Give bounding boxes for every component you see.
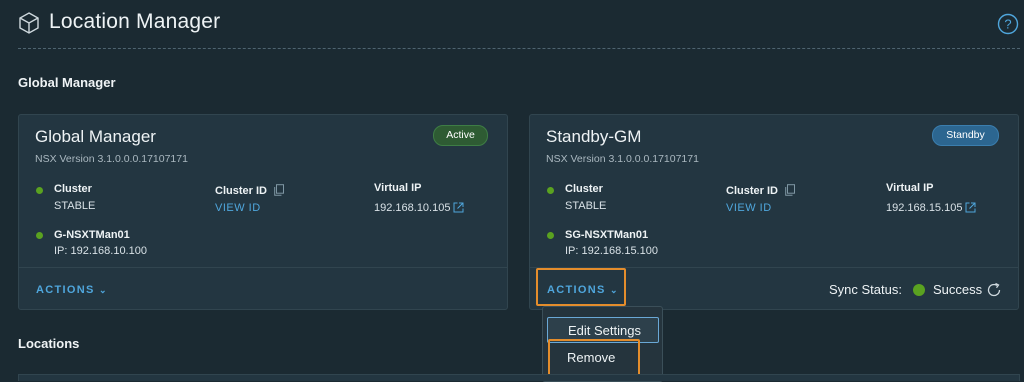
copy-icon[interactable] [785,184,795,196]
section-title-locations: Locations [18,336,80,351]
cluster-id-label: Cluster ID [215,185,267,197]
node-status-dot [547,232,554,239]
card-footer-divider [19,267,507,268]
nsx-version: NSX Version 3.1.0.0.0.17107171 [546,153,699,165]
cluster-value: STABLE [565,200,607,212]
virtual-ip-label: Virtual IP [886,182,934,194]
node-ip: IP: 192.168.10.100 [54,245,147,257]
sync-status-dot [913,284,925,296]
node-status-dot [36,232,43,239]
nsx-version: NSX Version 3.1.0.0.0.17107171 [35,153,188,165]
card-title: Standby-GM [546,127,642,146]
cluster-value: STABLE [54,200,96,212]
virtual-ip-label: Virtual IP [374,182,422,194]
header-divider [18,48,1020,49]
node-name: G-NSXTMan01 [54,229,130,241]
card-title: Global Manager [35,127,156,146]
view-id-link[interactable]: VIEW ID [726,202,772,214]
external-link-icon[interactable] [453,202,464,213]
chevron-down-icon: ⌄ [98,285,108,295]
virtual-ip-value: 192.168.10.105 [374,202,451,214]
node-ip: IP: 192.168.15.100 [565,245,658,257]
sync-status-value: Success [933,282,983,297]
node-name: SG-NSXTMan01 [565,229,649,241]
help-circle-icon[interactable]: ? [997,13,1019,35]
sync-status-label: Sync Status: [829,282,902,297]
status-badge-standby: Standby [932,125,999,146]
page-header: Location Manager ? [0,0,1024,50]
cube-icon [19,12,39,34]
external-link-icon[interactable] [965,202,976,213]
cluster-label: Cluster [565,183,603,195]
cluster-id-label: Cluster ID [726,185,778,197]
copy-icon[interactable] [274,184,284,196]
page-title: Location Manager [49,10,221,33]
svg-text:?: ? [1004,17,1011,32]
cluster-status-dot [36,187,43,194]
status-badge-active: Active [433,125,488,146]
section-title-global-manager: Global Manager [18,75,116,90]
cluster-label: Cluster [54,183,92,195]
view-id-link[interactable]: VIEW ID [215,202,261,214]
actions-button[interactable]: ACTIONS ⌄ [36,284,108,296]
virtual-ip-value: 192.168.15.105 [886,202,963,214]
actions-label: ACTIONS [36,284,95,296]
actions-highlight [536,268,626,306]
global-manager-card: Global Manager Active NSX Version 3.1.0.… [18,114,508,310]
locations-card-edge [18,374,1020,381]
refresh-icon[interactable] [986,282,1002,298]
remove-highlight [548,339,640,376]
cluster-status-dot [547,187,554,194]
